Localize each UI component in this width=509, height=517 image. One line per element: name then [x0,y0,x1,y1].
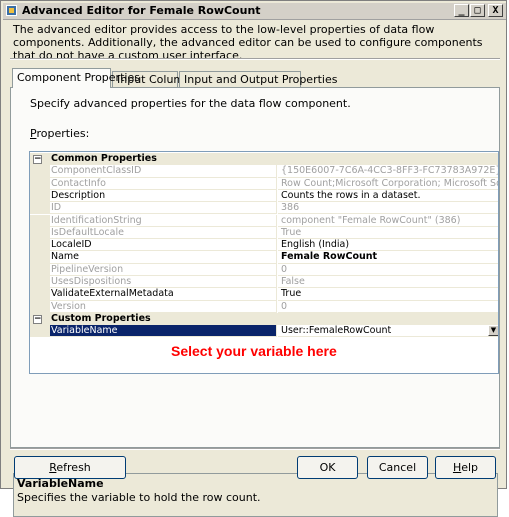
app-icon [6,5,17,16]
help-text: Specifies the variable to hold the row c… [17,491,261,504]
annotation-text: Select your variable here [171,343,337,359]
property-row[interactable]: UsesDispositions False [30,276,498,289]
property-name: ComponentClassID [50,165,277,178]
property-help-box: VariableName Specifies the variable to h… [13,473,498,517]
cancel-button[interactable]: Cancel [367,456,428,479]
property-row[interactable]: Version 0 [30,300,498,313]
property-value[interactable]: Counts the rows in a dataset. [278,190,498,203]
property-row[interactable]: PipelineVersion 0 [30,263,498,276]
property-value: True [278,227,498,240]
property-grid[interactable]: − Common Properties ComponentClassID {150… [29,151,499,374]
cancel-label: Cancel [378,461,417,474]
refresh-button[interactable]: Refresh [14,456,126,479]
collapse-icon[interactable]: − [33,314,42,324]
property-row[interactable]: Description Counts the rows in a dataset. [30,189,498,203]
ok-button[interactable]: OK [297,456,358,479]
collapse-icon[interactable]: − [33,155,42,164]
properties-label: Properties: [30,127,90,140]
property-row[interactable]: IsDefaultLocale True [30,226,498,240]
panel-intro: Specify advanced properties for the data… [30,97,351,110]
dropdown-arrow-icon[interactable]: ▼ [488,325,498,337]
property-value: 0 [278,264,498,276]
advanced-editor-window: Advanced Editor for Female RowCount _ □ … [0,0,507,517]
component-properties-panel: Specify advanced properties for the data… [10,87,500,517]
divider [10,58,500,60]
property-name: LocaleID [50,239,277,252]
title-bar[interactable]: Advanced Editor for Female RowCount _ □ … [3,3,506,20]
property-name: Version [50,300,277,313]
property-value: Row Count;Microsoft Corporation; Microso… [278,178,498,190]
property-name: ContactInfo [50,177,277,190]
property-value: 0 [278,301,498,313]
property-name: VariableName [50,325,277,338]
maximize-button[interactable]: □ [470,4,485,17]
property-row[interactable]: Name Female RowCount [30,251,498,264]
category-custom-properties[interactable]: − Custom Properties [30,312,498,326]
property-value[interactable]: Female RowCount [278,251,498,264]
property-name: IdentificationString [50,214,277,227]
property-value[interactable]: True [278,288,498,301]
property-row[interactable]: ContactInfo Row Count;Microsoft Corporati… [30,177,498,190]
tab-component-properties[interactable]: Component Properties [12,68,140,88]
category-common-properties[interactable]: − Common Properties [30,153,498,166]
property-value: False [278,276,498,289]
minimize-button[interactable]: _ [454,4,469,17]
property-row[interactable]: ID 386 [30,202,498,215]
editor-description: The advanced editor provides access to t… [13,23,483,62]
property-row[interactable]: ComponentClassID {150E6007-7C6A-4CC3-8FF3… [30,165,498,178]
property-value: component "Female RowCount" (386) [278,215,498,227]
help-button[interactable]: Help [435,456,496,479]
category-title: Custom Properties [51,312,151,324]
property-name: PipelineVersion [50,263,277,276]
property-value[interactable]: English (India) [278,239,498,252]
property-row-variablename[interactable]: VariableName User::FemaleRowCount ▼ [30,325,498,338]
property-row[interactable]: LocaleID English (India) [30,239,498,252]
ok-label: OK [319,461,336,474]
property-row[interactable]: IdentificationString component "Female Ro… [30,214,498,227]
refresh-label: Refresh [49,461,91,474]
property-value: 386 [278,202,498,215]
tab-input-output-properties[interactable]: Input and Output Properties [179,71,337,87]
property-name: ValidateExternalMetadata [50,288,277,301]
help-label: Help [452,461,479,474]
category-title: Common Properties [51,153,157,164]
property-value: {150E6007-7C6A-4CC3-8FF3-FC73783A972E} [278,165,498,178]
property-name: ID [50,202,277,215]
property-row[interactable]: ValidateExternalMetadata True [30,288,498,301]
property-name: Name [50,251,277,264]
property-name: IsDefaultLocale [50,226,277,240]
property-name: Description [50,189,277,203]
close-button[interactable]: X [488,4,503,17]
property-name: UsesDispositions [50,276,277,289]
divider [10,448,500,450]
variable-name-combo[interactable]: User::FemaleRowCount [278,325,498,338]
window-title: Advanced Editor for Female RowCount [22,4,261,17]
